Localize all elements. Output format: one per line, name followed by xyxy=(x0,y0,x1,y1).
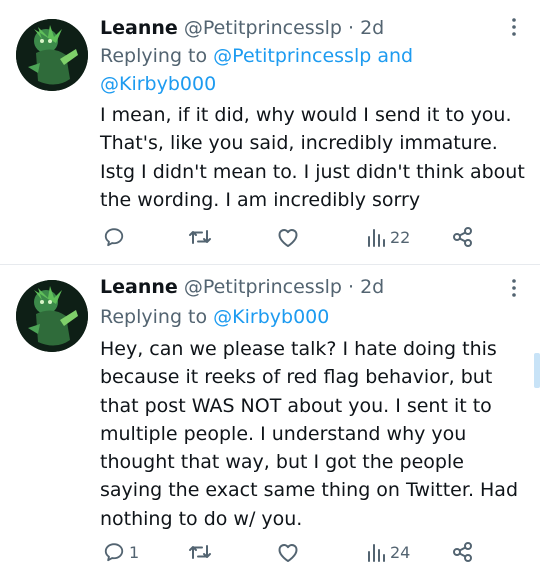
reply-icon xyxy=(103,541,125,563)
replying-to: Replying to @Kirbyb000 xyxy=(100,303,530,331)
separator: · xyxy=(347,276,355,298)
share-icon xyxy=(452,226,474,248)
more-icon[interactable] xyxy=(504,15,524,39)
separator: · xyxy=(347,17,355,39)
retweet-icon xyxy=(188,541,212,563)
mention-link[interactable]: @Petitprincesslp xyxy=(213,45,371,67)
handle[interactable]: @Petitprincesslp xyxy=(184,276,342,298)
timestamp[interactable]: 2d xyxy=(360,17,384,39)
display-name[interactable]: Leanne xyxy=(100,276,178,298)
display-name[interactable]: Leanne xyxy=(100,17,178,39)
tweet[interactable]: Leanne @Petitprincesslp · 2d Replying to… xyxy=(0,265,540,575)
tweet-header: Leanne @Petitprincesslp · 2d xyxy=(100,274,384,300)
like-button[interactable] xyxy=(276,538,300,566)
like-icon xyxy=(276,226,300,248)
avatar[interactable] xyxy=(16,280,88,352)
views-button[interactable]: 24 xyxy=(366,538,410,566)
retweet-button[interactable] xyxy=(188,538,212,566)
reply-icon xyxy=(103,226,125,248)
tweet-header: Leanne @Petitprincesslp · 2d xyxy=(100,15,384,41)
action-bar: 22 xyxy=(0,223,540,251)
retweet-icon xyxy=(188,226,212,248)
reply-count: 1 xyxy=(129,542,140,562)
views-button[interactable]: 22 xyxy=(366,223,410,251)
replying-to: Replying to @Petitprincesslp and @Kirbyb… xyxy=(100,42,530,98)
scrollbar-thumb[interactable] xyxy=(534,353,540,388)
share-icon xyxy=(452,541,474,563)
views-icon xyxy=(366,541,386,563)
retweet-button[interactable] xyxy=(188,223,212,251)
handle[interactable]: @Petitprincesslp xyxy=(184,17,342,39)
reply-button[interactable]: 1 xyxy=(103,538,139,566)
replying-prefix: Replying to xyxy=(100,45,208,67)
views-count: 22 xyxy=(390,227,411,247)
replying-join[interactable]: and xyxy=(377,45,413,67)
reply-button[interactable] xyxy=(103,223,129,251)
share-button[interactable] xyxy=(452,538,474,566)
views-icon xyxy=(366,226,386,248)
views-count: 24 xyxy=(390,542,411,562)
avatar[interactable] xyxy=(16,19,88,91)
share-button[interactable] xyxy=(452,223,474,251)
like-icon xyxy=(276,541,300,563)
action-bar: 1 24 xyxy=(0,538,540,566)
like-button[interactable] xyxy=(276,223,300,251)
mention-link[interactable]: @Kirbyb000 xyxy=(100,73,216,95)
tweet-text: Hey, can we please talk? I hate doing th… xyxy=(100,338,519,530)
more-icon[interactable] xyxy=(504,276,524,300)
tweet[interactable]: Leanne @Petitprincesslp · 2d Replying to… xyxy=(0,0,540,264)
mention-link[interactable]: @Kirbyb000 xyxy=(213,306,329,328)
tweet-text: I mean, if it did, why would I send it t… xyxy=(100,104,525,211)
replying-prefix: Replying to xyxy=(100,306,208,328)
timestamp[interactable]: 2d xyxy=(360,276,384,298)
